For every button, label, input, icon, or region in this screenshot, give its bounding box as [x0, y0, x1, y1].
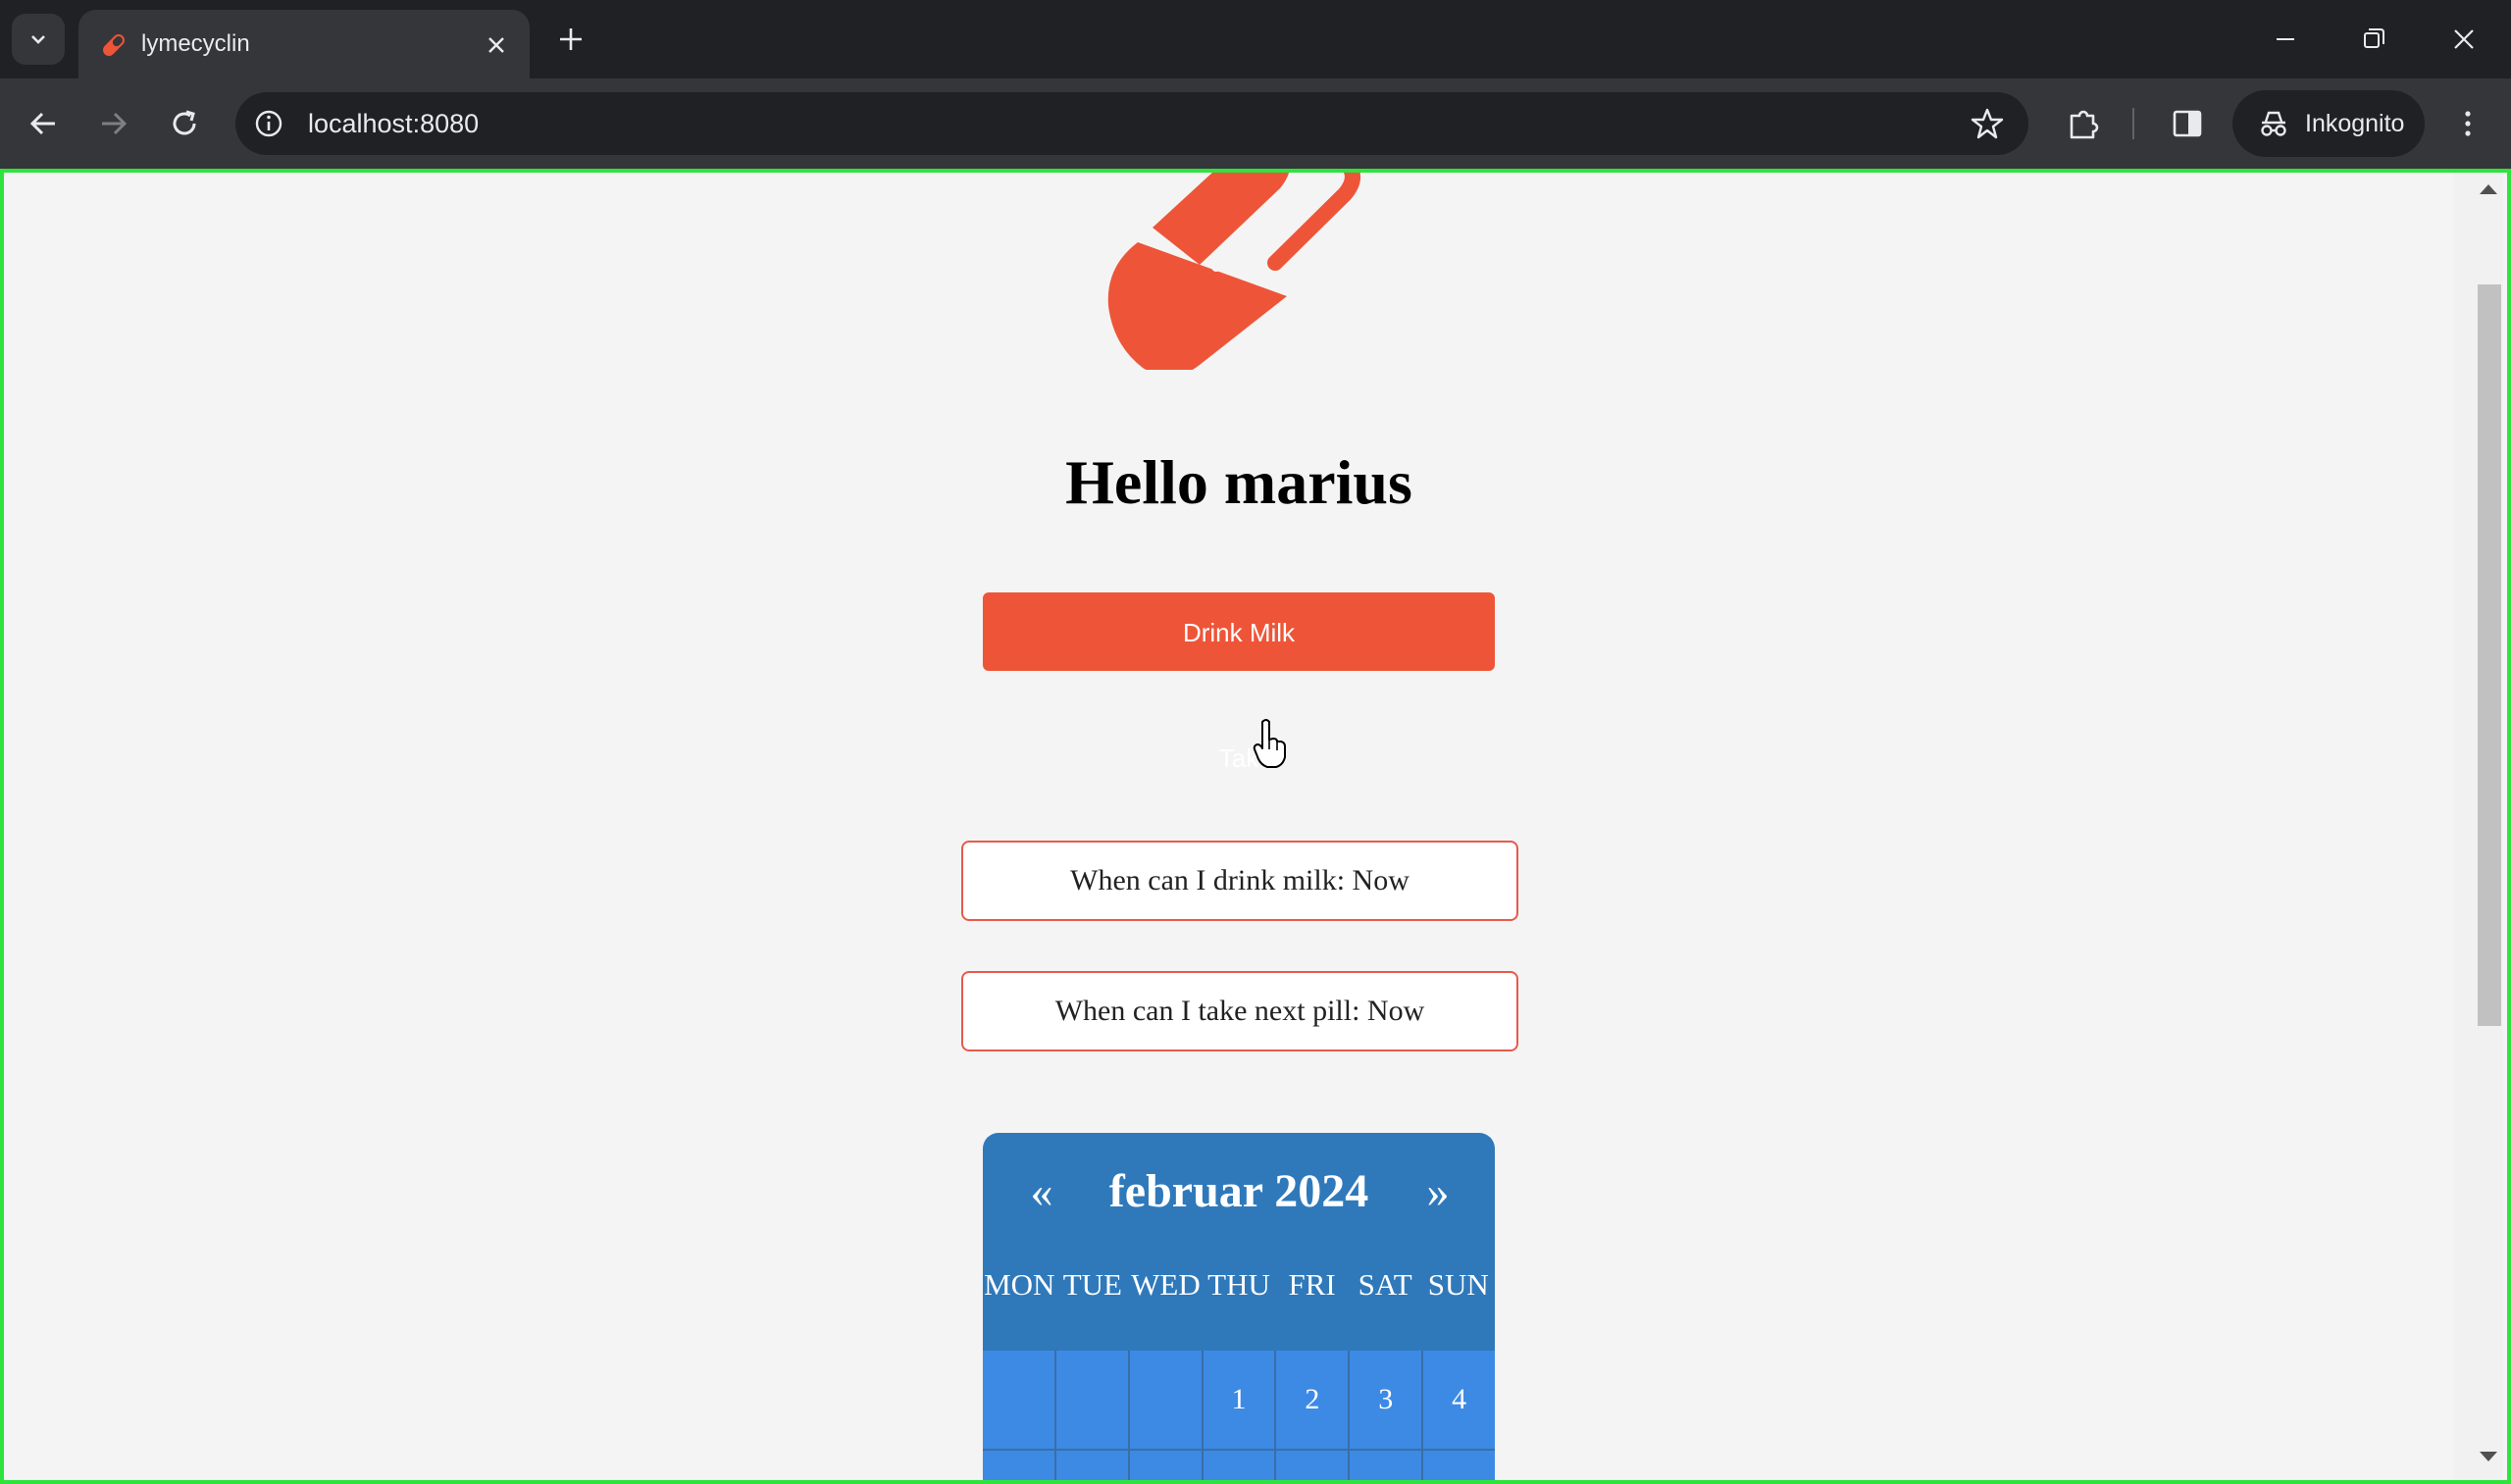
calendar-day-cell[interactable] [1423, 1451, 1495, 1484]
reload-icon[interactable] [161, 100, 208, 147]
calendar-day-cell[interactable]: 3 [1350, 1351, 1422, 1449]
calendar-day-cell[interactable] [1129, 1451, 1202, 1484]
scroll-up-arrow-icon[interactable] [2480, 184, 2497, 194]
extensions-puzzle-icon[interactable] [2060, 100, 2107, 147]
calendar-weekday-row: MON TUE WED THU FRI SAT SUN [983, 1260, 1495, 1309]
hand-cursor-icon [1253, 719, 1286, 768]
calendar-day-cell[interactable]: 2 [1276, 1351, 1349, 1449]
incognito-icon [2261, 111, 2286, 136]
bookmark-star-icon[interactable] [1968, 104, 2007, 143]
calendar-prev-month-button[interactable]: « [1012, 1162, 1071, 1221]
chevron-down-icon [31, 35, 45, 44]
tab-bar: lymecyclin [0, 0, 2511, 78]
new-tab-plus-icon[interactable] [551, 20, 590, 59]
browser-toolbar: localhost:8080 Inkognito [0, 78, 2511, 169]
pill-status-box: When can I take next pill: Now [961, 971, 1518, 1051]
tab-title: lymecyclin [141, 30, 250, 57]
calendar-month-label: februar 2024 [1108, 1165, 1369, 1217]
minimize-icon[interactable] [2262, 16, 2309, 63]
weekday-label: THU [1207, 1267, 1270, 1302]
calendar-day-cell[interactable] [1203, 1451, 1275, 1484]
restore-icon[interactable] [2350, 16, 2397, 63]
calendar-day-cell[interactable] [983, 1451, 1054, 1484]
incognito-indicator[interactable]: Inkognito [2232, 90, 2425, 157]
pill-favicon-icon [103, 34, 125, 56]
calendar-day-cell[interactable] [1276, 1451, 1349, 1484]
calendar-header: « februar 2024 » MON TUE WED THU FRI SAT… [983, 1133, 1495, 1351]
tab-search-button[interactable] [12, 14, 65, 65]
calendar-day-cell[interactable] [1350, 1451, 1422, 1484]
calendar-day-cell[interactable] [1055, 1451, 1128, 1484]
address-bar[interactable]: localhost:8080 [235, 92, 2028, 155]
kebab-menu-icon[interactable] [2444, 100, 2491, 147]
weekday-label: TUE [1062, 1267, 1122, 1302]
scrollbar-thumb[interactable] [2478, 284, 2501, 1026]
close-window-icon[interactable] [2440, 16, 2487, 63]
greeting-heading: Hello marius [1065, 447, 1412, 517]
site-info-icon[interactable] [249, 104, 288, 143]
take-pill-button[interactable]: Tak [983, 724, 1495, 793]
weekday-label: SAT [1358, 1267, 1412, 1302]
back-arrow-icon[interactable] [20, 100, 67, 147]
incognito-label: Inkognito [2305, 109, 2405, 137]
calendar-day-cell[interactable] [1055, 1351, 1128, 1449]
scroll-down-arrow-icon[interactable] [2480, 1452, 2497, 1461]
calendar-day-cell[interactable] [1129, 1351, 1202, 1449]
calendar-day-cell[interactable] [983, 1351, 1054, 1449]
tab-lymecyclin[interactable]: lymecyclin [78, 10, 530, 78]
weekday-label: WED [1131, 1267, 1201, 1302]
weekday-label: MON [984, 1267, 1055, 1302]
calendar-day-cell[interactable]: 4 [1423, 1351, 1495, 1449]
calendar: « februar 2024 » MON TUE WED THU FRI SAT… [983, 1133, 1495, 1484]
toolbar-divider [2132, 108, 2134, 139]
weekday-label: SUN [1427, 1267, 1489, 1302]
forward-arrow-icon[interactable] [90, 100, 137, 147]
calendar-day-grid: 1 2 3 4 [983, 1351, 1495, 1484]
calendar-day-cell[interactable]: 1 [1203, 1351, 1275, 1449]
milk-status-box: When can I drink milk: Now [961, 841, 1518, 921]
page-viewport: Hello marius Drink Milk Tak When can I d… [0, 169, 2511, 1484]
weekday-label: FRI [1288, 1267, 1336, 1302]
close-tab-icon[interactable] [481, 29, 512, 61]
drink-milk-button[interactable]: Drink Milk [983, 592, 1495, 671]
page-scrollbar[interactable] [2454, 173, 2503, 1480]
url-text: localhost:8080 [308, 109, 480, 138]
side-panel-icon[interactable] [2164, 100, 2211, 147]
calendar-next-month-button[interactable]: » [1409, 1162, 1467, 1221]
pill-icon [1107, 169, 1360, 370]
pill-logo [1094, 169, 1388, 370]
